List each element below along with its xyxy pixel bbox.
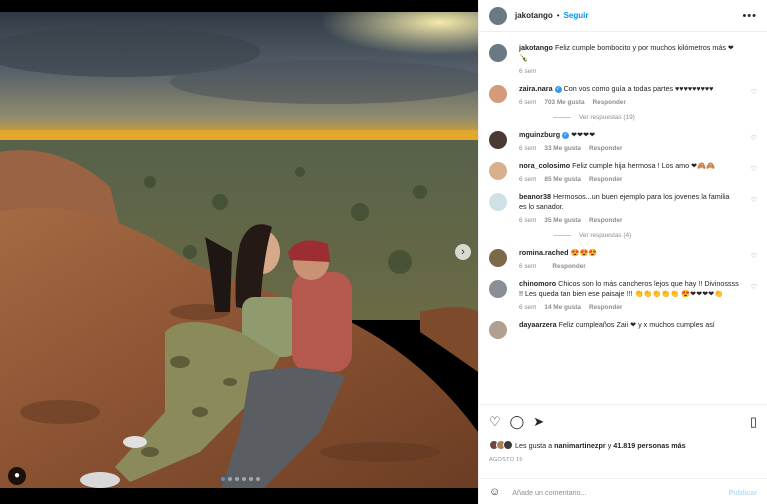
comment-like-icon[interactable]: ♡ <box>751 283 757 291</box>
comment-like-icon[interactable]: ♡ <box>751 196 757 204</box>
commenter-avatar[interactable] <box>489 280 507 298</box>
liker-avatars <box>489 440 513 450</box>
commenter-avatar[interactable] <box>489 85 507 103</box>
carousel-dot <box>235 477 239 481</box>
comment-likes[interactable]: 14 Me gusta <box>544 304 581 311</box>
comment-text: 😍😍😍 <box>570 248 598 257</box>
header-separator: • <box>556 11 560 20</box>
comment-item: jakotango Feliz cumple bombocito y por m… <box>489 43 757 75</box>
likes-summary[interactable]: Les gusta a nanimartinezpr y 41.819 pers… <box>489 440 757 450</box>
post-side-panel: jakotango • Seguir ••• jakotango Feliz c… <box>478 0 767 504</box>
reply-button[interactable]: Responder <box>589 304 622 311</box>
commenter-avatar[interactable] <box>489 44 507 62</box>
comment-time: 6 sem <box>519 263 537 270</box>
commenter-avatar[interactable] <box>489 321 507 339</box>
carousel-dot <box>242 477 246 481</box>
carousel-dot <box>256 477 260 481</box>
comment-text: Feliz cumple hija hermosa ! Los amo ❤🙈🙈 <box>572 161 716 170</box>
comment-text: Con vos como guía a todas partes ♥♥♥♥♥♥♥… <box>563 84 714 93</box>
comment-item: nora_colosimo Feliz cumple hija hermosa … <box>489 161 757 183</box>
reply-button[interactable]: Responder <box>589 145 622 152</box>
comment-item: dayaarzera Feliz cumpleaños Zaii ❤ y x m… <box>489 320 757 339</box>
next-slide-button[interactable]: › <box>455 244 471 260</box>
share-icon[interactable]: ➤ <box>533 414 544 430</box>
comment-time: 6 sem <box>519 304 537 311</box>
commenter-avatar[interactable] <box>489 131 507 149</box>
comment-item: chinomoro Chicos son lo más cancheros le… <box>489 279 757 311</box>
carousel-dot <box>249 477 253 481</box>
carousel-indicator <box>221 477 260 481</box>
likes-user[interactable]: nanimartinezpr <box>554 441 606 450</box>
more-options-icon[interactable]: ••• <box>742 10 757 22</box>
post-photo[interactable]: › ● <box>0 0 478 504</box>
commenter-avatar[interactable] <box>489 193 507 211</box>
comment-text: Hermosos...un buen ejemplo para los jove… <box>519 192 730 211</box>
likes-joiner: y <box>607 440 612 450</box>
comment-like-icon[interactable]: ♡ <box>751 88 757 96</box>
comment-text: Feliz cumpleaños Zaii ❤ y x muchos cumpl… <box>558 320 715 329</box>
comments-list[interactable]: jakotango Feliz cumple bombocito y por m… <box>479 34 767 400</box>
verified-icon: ✓ <box>562 131 570 139</box>
post-date: AGOSTO 15 <box>489 457 523 463</box>
comment-likes[interactable]: 703 Me gusta <box>544 99 584 106</box>
comment-item: beanor38 Hermosos...un buen ejemplo para… <box>489 192 757 224</box>
post-header: jakotango • Seguir ••• <box>479 0 767 32</box>
author-avatar[interactable] <box>489 6 507 25</box>
comment-like-icon[interactable]: ♡ <box>751 165 757 173</box>
comment-time: 6 sem <box>519 145 537 152</box>
comment-likes[interactable]: 85 Me gusta <box>544 176 581 183</box>
user-icon[interactable]: ● <box>8 467 26 485</box>
comment-like-icon[interactable]: ♡ <box>751 134 757 142</box>
commenter-username[interactable]: beanor38 <box>519 192 551 201</box>
commenter-username[interactable]: nora_colosimo <box>519 161 570 170</box>
likes-prefix: Les gusta a <box>515 440 553 450</box>
comment-composer: ☺ Añade un comentario... Publicar <box>479 478 767 504</box>
commenter-username[interactable]: chinomoro <box>519 279 556 288</box>
reply-button[interactable]: Responder <box>589 176 622 183</box>
follow-button[interactable]: Seguir <box>564 11 589 20</box>
likes-count[interactable]: 41.819 personas más <box>613 441 685 450</box>
view-replies-link[interactable]: Ver respuestas (4) <box>553 232 757 239</box>
comment-time: 6 sem <box>519 68 537 75</box>
comment-item: zaira.nara ✓ Con vos como guía a todas par… <box>489 84 757 106</box>
post-actions: ♡ ◯ ➤ ▯ Les gusta a nanimartinezpr y 41.… <box>479 404 767 504</box>
commenter-username[interactable]: dayaarzera <box>519 320 557 329</box>
comment-time: 6 sem <box>519 176 537 183</box>
commenter-username[interactable]: romina.rached <box>519 248 569 257</box>
carousel-dot <box>228 477 232 481</box>
commenter-avatar[interactable] <box>489 249 507 267</box>
commenter-username[interactable]: mguinzburg <box>519 130 560 139</box>
comment-text: ❤❤❤❤ <box>571 130 596 139</box>
author-username[interactable]: jakotango <box>515 11 553 20</box>
comment-time: 6 sem <box>519 217 537 224</box>
comment-item: romina.rached 😍😍😍 6 sem Responder ♡ <box>489 248 757 270</box>
comment-icon[interactable]: ◯ <box>510 414 525 430</box>
reply-button[interactable]: Responder <box>552 263 585 270</box>
comment-like-icon[interactable]: ♡ <box>751 252 757 260</box>
carousel-dot <box>221 477 225 481</box>
post-comment-button[interactable]: Publicar <box>729 488 757 497</box>
commenter-username[interactable]: jakotango <box>519 43 553 52</box>
comment-item: mguinzburg ✓ ❤❤❤❤ 6 sem 33 Me gusta Responder… <box>489 130 757 152</box>
commenter-avatar[interactable] <box>489 162 507 180</box>
reply-button[interactable]: Responder <box>589 217 622 224</box>
comment-likes[interactable]: 35 Me gusta <box>544 217 581 224</box>
emoji-icon[interactable]: ☺ <box>489 486 500 498</box>
comment-likes[interactable]: 33 Me gusta <box>544 145 581 152</box>
comment-time: 6 sem <box>519 99 537 106</box>
reply-button[interactable]: Responder <box>593 99 626 106</box>
view-replies-link[interactable]: Ver respuestas (19) <box>553 114 757 121</box>
commenter-username[interactable]: zaira.nara <box>519 84 553 93</box>
bookmark-icon[interactable]: ▯ <box>750 414 757 430</box>
heart-icon[interactable]: ♡ <box>489 414 501 430</box>
comment-input[interactable]: Añade un comentario... <box>512 488 586 497</box>
post-image <box>0 12 478 488</box>
verified-icon: ✓ <box>554 85 562 93</box>
